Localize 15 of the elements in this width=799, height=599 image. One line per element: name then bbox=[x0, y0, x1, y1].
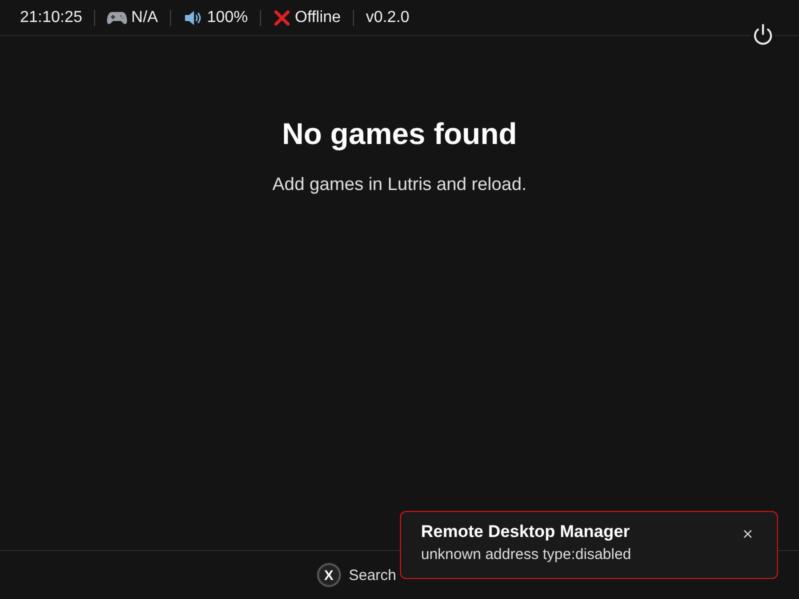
toast-title: Remote Desktop Manager bbox=[421, 522, 631, 542]
key-badge[interactable]: X bbox=[316, 563, 341, 587]
empty-message: Add games in Lutris and reload. bbox=[272, 174, 527, 195]
volume-level: 100% bbox=[206, 8, 248, 26]
app-version: v0.2.0 bbox=[366, 8, 410, 26]
cross-icon bbox=[272, 8, 291, 26]
toast-message: unknown address type:disabled bbox=[421, 546, 632, 563]
clock-time: 21:10:25 bbox=[20, 8, 82, 26]
empty-title: No games found bbox=[282, 118, 517, 152]
close-button[interactable]: × bbox=[738, 524, 757, 545]
gamepad-icon bbox=[107, 10, 128, 24]
controller-status: N/A bbox=[131, 8, 158, 26]
network-status: Offline bbox=[294, 8, 341, 26]
speaker-icon bbox=[182, 8, 203, 26]
hint-label: Search bbox=[348, 566, 396, 584]
